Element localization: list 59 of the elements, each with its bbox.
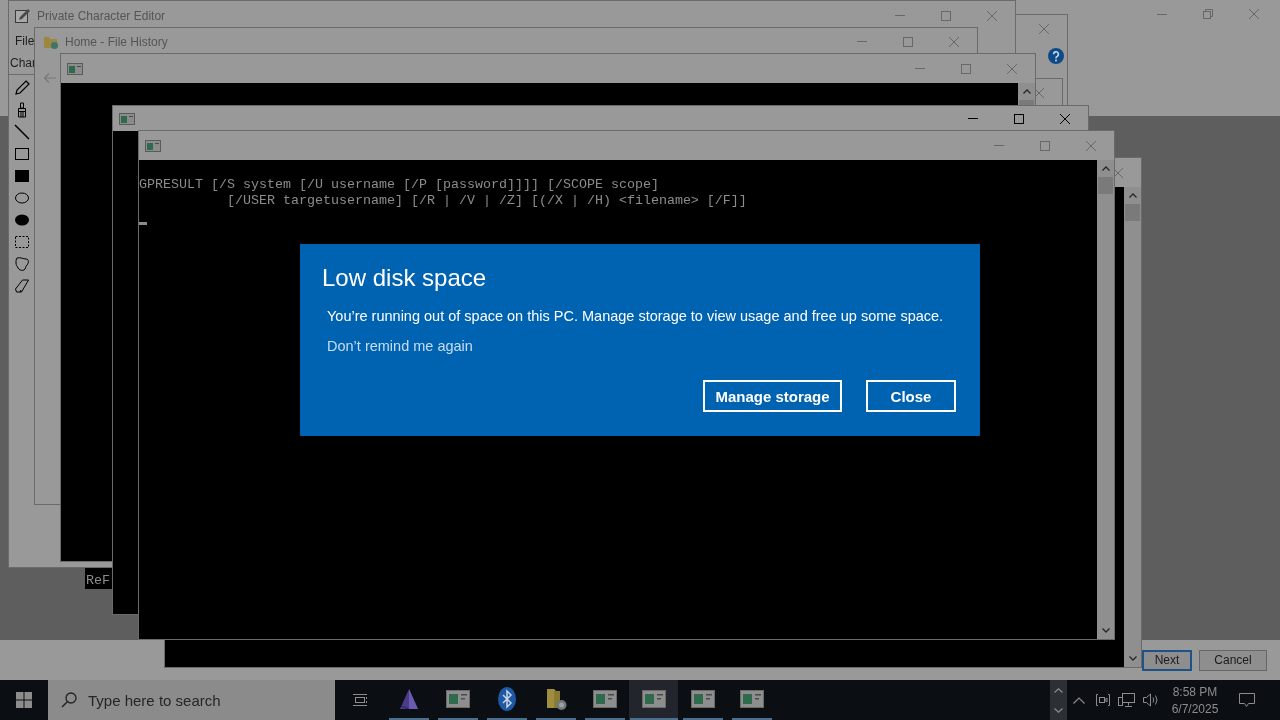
close-icon[interactable]: [1060, 113, 1070, 124]
chevron-up-icon[interactable]: [1101, 166, 1110, 171]
filled-rectangle-icon[interactable]: [14, 168, 30, 184]
rectangle-icon[interactable]: [14, 146, 30, 162]
chevron-down-icon[interactable]: [1101, 628, 1110, 633]
scrollbar-thumb[interactable]: [1019, 100, 1034, 105]
window-icon: [641, 690, 666, 708]
dashed-rectangle-icon[interactable]: [14, 234, 30, 250]
menu-item[interactable]: File: [15, 34, 35, 48]
maximize-icon[interactable]: [1014, 113, 1024, 124]
console-line: GPRESULT [/S system [/U username [/P [password]]]] [/SCOPE scope]: [139, 177, 659, 193]
window-icon: [445, 690, 470, 708]
notification-message: You’re running out of space on this PC. Manage storage to view usage and free up some space.: [327, 307, 944, 326]
chevron-up-icon[interactable]: [1022, 89, 1031, 94]
window-icon: [119, 112, 135, 125]
lasso-icon[interactable]: [14, 256, 30, 272]
pen-box-icon: [15, 7, 31, 24]
filled-ellipse-icon[interactable]: [14, 212, 30, 228]
window-icon: [67, 62, 83, 75]
chevron-up-icon[interactable]: [1128, 193, 1137, 198]
text-link[interactable]: Don’t remind me again: [327, 336, 473, 356]
toolbar-label: Char: [10, 56, 36, 70]
search-field[interactable]: Type here to search: [48, 680, 335, 720]
windows-logo-icon[interactable]: [16, 692, 32, 708]
window-icon: [739, 690, 764, 708]
window-icon: [690, 690, 715, 708]
search-icon: [61, 692, 77, 708]
chevron-down-icon[interactable]: [1128, 656, 1137, 661]
volume-icon[interactable]: [1142, 692, 1160, 708]
notification-button[interactable]: Close: [866, 380, 956, 412]
notification-icon[interactable]: [1238, 692, 1256, 708]
chevron-down-icon[interactable]: [1054, 707, 1063, 713]
notification-button[interactable]: Manage storage: [703, 380, 842, 412]
bluetooth-icon: [497, 687, 516, 711]
eraser-icon[interactable]: [14, 278, 30, 294]
task-view-icon[interactable]: [351, 693, 368, 707]
scrollbar-thumb[interactable]: [1098, 177, 1113, 194]
chevron-up-icon[interactable]: [1073, 696, 1085, 704]
console-line: [/USER targetusername] [/R | /V | /Z] [(/X | /H) <filename> [/F]]: [225, 193, 747, 209]
wizard-button[interactable]: Next: [1142, 649, 1192, 671]
line-icon[interactable]: [14, 124, 30, 140]
window-title: Home - File History: [65, 34, 168, 49]
pencil-icon[interactable]: [14, 80, 30, 96]
console-line: ReF: [86, 573, 110, 589]
chevron-up-icon[interactable]: [1054, 687, 1063, 693]
wizard-button[interactable]: Cancel: [1199, 649, 1267, 671]
camera-icon[interactable]: [1095, 692, 1111, 708]
pyramid-icon: [397, 688, 420, 710]
window-icon: [592, 690, 617, 708]
clock-date[interactable]: 6/7/2025: [1171, 701, 1219, 716]
ellipse-icon[interactable]: [14, 190, 30, 206]
window-icon: [145, 139, 161, 152]
scrollbar-thumb[interactable]: [1125, 204, 1140, 221]
network-icon[interactable]: [1118, 692, 1136, 708]
notification-title: Low disk space: [322, 263, 487, 293]
clock-time[interactable]: 8:58 PM: [1172, 684, 1218, 699]
taskbar-button[interactable]: [629, 680, 678, 720]
help-icon[interactable]: [1048, 48, 1064, 64]
window-title: Private Character Editor: [37, 8, 166, 23]
